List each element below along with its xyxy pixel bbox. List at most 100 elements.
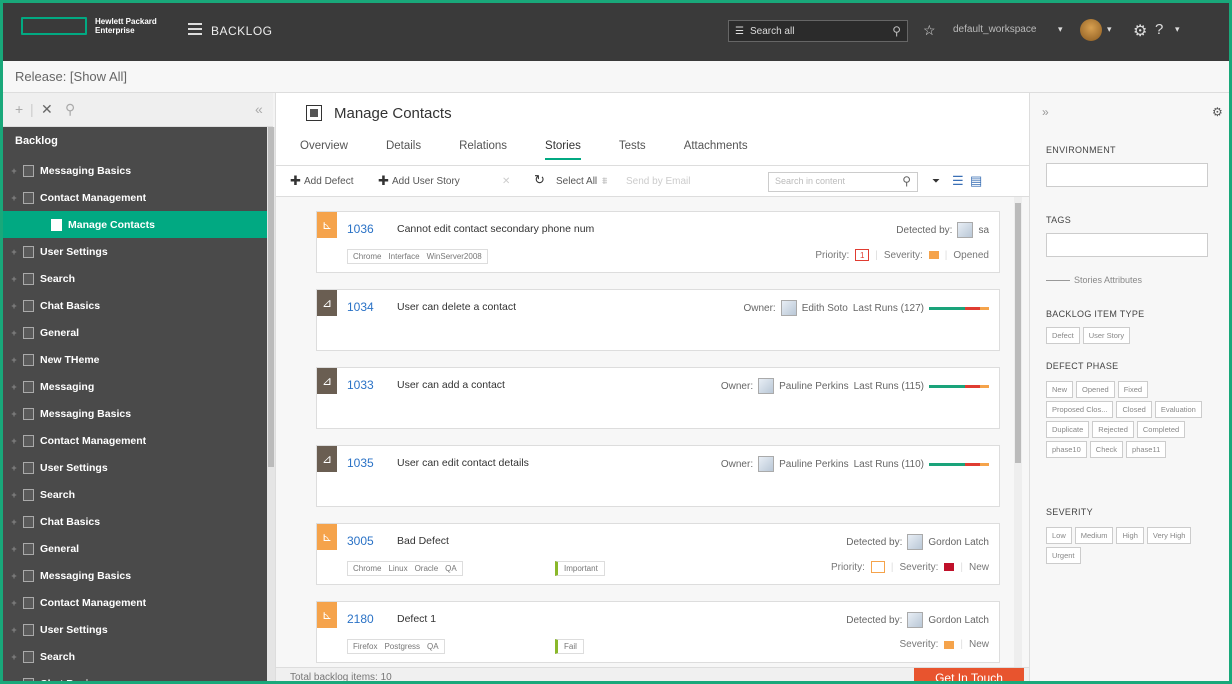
expand-icon[interactable]: + — [9, 652, 19, 662]
tree-item[interactable]: + Search — [3, 643, 267, 670]
add-user-story-button[interactable]: Add User Story — [392, 176, 460, 187]
tree-item[interactable]: + Chat Basics — [3, 292, 267, 319]
last-runs-bar[interactable] — [929, 384, 989, 388]
help-icon[interactable]: ? — [1155, 21, 1163, 38]
global-search-input[interactable]: ☰ Search all ⚲ — [728, 20, 908, 42]
user-tag[interactable]: Important — [555, 561, 605, 576]
last-runs-bar[interactable] — [929, 462, 989, 466]
item-name[interactable]: Bad Defect — [397, 535, 449, 547]
tree-item[interactable]: + Chat Basics — [3, 670, 267, 682]
tree-item[interactable]: + Contact Management — [3, 427, 267, 454]
backlog-card[interactable]: ⊾ 2180 Defect 1 Detected by: Gordon Latch Fir… — [316, 601, 1000, 663]
expand-icon[interactable]: + — [9, 355, 19, 365]
item-name[interactable]: Cannot edit contact secondary phone num — [397, 223, 594, 235]
panel-settings-icon[interactable]: ⚙ — [1212, 105, 1223, 119]
environment-tags[interactable]: Firefox Postgress QA — [347, 639, 445, 654]
tab-tests[interactable]: Tests — [619, 140, 646, 160]
filter-chip[interactable]: Proposed Clos... — [1046, 401, 1114, 418]
add-defect-button[interactable]: Add Defect — [304, 176, 353, 187]
environment-tags[interactable]: Chrome Linux Oracle QA — [347, 561, 463, 576]
expand-panel-icon[interactable]: » — [1042, 105, 1049, 119]
tab-attachments[interactable]: Attachments — [684, 140, 748, 160]
tree-item[interactable]: + Messaging — [3, 373, 267, 400]
filter-chip[interactable]: Completed — [1136, 421, 1186, 438]
expand-icon[interactable]: + — [9, 436, 19, 446]
cards-scrollbar[interactable] — [1014, 197, 1022, 667]
refresh-icon[interactable]: ↻ — [534, 172, 545, 188]
expand-icon[interactable]: + — [9, 193, 19, 203]
filter-chip[interactable]: Very High — [1146, 527, 1192, 544]
item-name[interactable]: User can delete a contact — [397, 301, 516, 313]
item-id-link[interactable]: 2180 — [347, 612, 374, 626]
add-node-icon[interactable]: + — [15, 101, 23, 117]
backlog-card[interactable]: ⊾ 1036 Cannot edit contact secondary phone… — [316, 211, 1000, 273]
expand-icon[interactable]: + — [9, 247, 19, 257]
status-label[interactable]: New — [969, 639, 989, 650]
cards-scroll-thumb[interactable] — [1015, 203, 1021, 463]
get-in-touch-button[interactable]: Get In Touch — [914, 668, 1024, 681]
item-id-link[interactable]: 1034 — [347, 300, 374, 314]
item-name[interactable]: User can edit contact details — [397, 457, 529, 469]
expand-icon[interactable]: + — [9, 490, 19, 500]
tree-item[interactable]: + Messaging Basics — [3, 157, 267, 184]
item-id-link[interactable]: 1035 — [347, 456, 374, 470]
backlog-card[interactable]: ⊿ 1035 User can edit contact details Owner:… — [316, 445, 1000, 507]
tree-item[interactable]: + Search — [3, 481, 267, 508]
filter-chip[interactable]: Rejected — [1092, 421, 1134, 438]
delete-node-icon[interactable]: ✕ — [41, 101, 53, 118]
status-label[interactable]: Opened — [953, 250, 989, 261]
tree-item[interactable]: + User Settings — [3, 616, 267, 643]
hamburger-menu-icon[interactable] — [188, 23, 202, 35]
expand-icon[interactable]: + — [9, 274, 19, 284]
remove-icon[interactable]: ✕ — [502, 176, 510, 187]
item-id-link[interactable]: 1033 — [347, 378, 374, 392]
filter-chip[interactable]: New — [1046, 381, 1074, 398]
filter-chip[interactable]: phase10 — [1046, 441, 1087, 458]
expand-icon[interactable]: + — [9, 679, 19, 682]
brand-logo[interactable]: Hewlett Packard Enterprise — [21, 17, 157, 35]
user-avatar[interactable] — [1080, 19, 1102, 41]
item-name[interactable]: User can add a contact — [397, 379, 505, 391]
filter-chip[interactable]: phase11 — [1126, 441, 1167, 458]
tree-item[interactable]: + Messaging Basics — [3, 400, 267, 427]
tab-stories[interactable]: Stories — [545, 140, 581, 160]
expand-icon[interactable]: + — [9, 544, 19, 554]
last-runs-label[interactable]: Last Runs (127) — [853, 303, 924, 314]
expand-icon[interactable]: + — [9, 409, 19, 419]
expand-icon[interactable]: + — [9, 382, 19, 392]
expand-icon[interactable]: + — [9, 463, 19, 473]
expand-icon[interactable]: + — [9, 571, 19, 581]
tree-item[interactable]: + Search — [3, 265, 267, 292]
last-runs-label[interactable]: Last Runs (110) — [854, 459, 924, 470]
add-story-plus-icon[interactable]: ✚ — [378, 173, 389, 189]
send-email-button[interactable]: Send by Email — [626, 176, 690, 187]
filter-chip[interactable]: Fixed — [1117, 381, 1149, 398]
tree-item[interactable]: + Messaging Basics — [3, 562, 267, 589]
item-id-link[interactable]: 3005 — [347, 534, 374, 548]
filter-chip[interactable]: Duplicate — [1046, 421, 1090, 438]
tags-input[interactable] — [1046, 233, 1208, 257]
tree-root-label[interactable]: Backlog — [15, 135, 58, 147]
status-label[interactable]: New — [969, 562, 989, 573]
workspace-selector[interactable]: default_workspace — [953, 24, 1036, 35]
list-view-icon[interactable]: ☰ — [952, 173, 964, 189]
settings-gear-icon[interactable]: ⚙ — [1133, 21, 1147, 41]
filter-chip[interactable]: Low — [1046, 527, 1072, 544]
tree-item[interactable]: + Contact Management — [3, 589, 267, 616]
tab-relations[interactable]: Relations — [459, 140, 507, 160]
help-chevron-down-icon[interactable]: ▾ — [1175, 24, 1180, 35]
environment-tags[interactable]: Chrome Interface WinServer2008 — [347, 249, 488, 264]
release-filter[interactable]: Release: [Show All] — [15, 69, 127, 84]
tree-item[interactable]: + Chat Basics — [3, 508, 267, 535]
expand-icon[interactable]: + — [9, 301, 19, 311]
expand-icon[interactable]: + — [9, 328, 19, 338]
item-name[interactable]: Defect 1 — [397, 613, 436, 625]
select-all-button[interactable]: Select All — [556, 176, 597, 187]
backlog-card[interactable]: ⊾ 3005 Bad Defect Detected by: Gordon Latch C… — [316, 523, 1000, 585]
favorite-star-icon[interactable]: ☆ — [923, 22, 936, 39]
tree-item[interactable]: + User Settings — [3, 454, 267, 481]
filter-chip[interactable]: Opened — [1076, 381, 1115, 398]
tree-item[interactable]: + General — [3, 319, 267, 346]
tree-item[interactable]: Manage Contacts — [3, 211, 267, 238]
tree-search-icon[interactable]: ⚲ — [65, 101, 75, 118]
